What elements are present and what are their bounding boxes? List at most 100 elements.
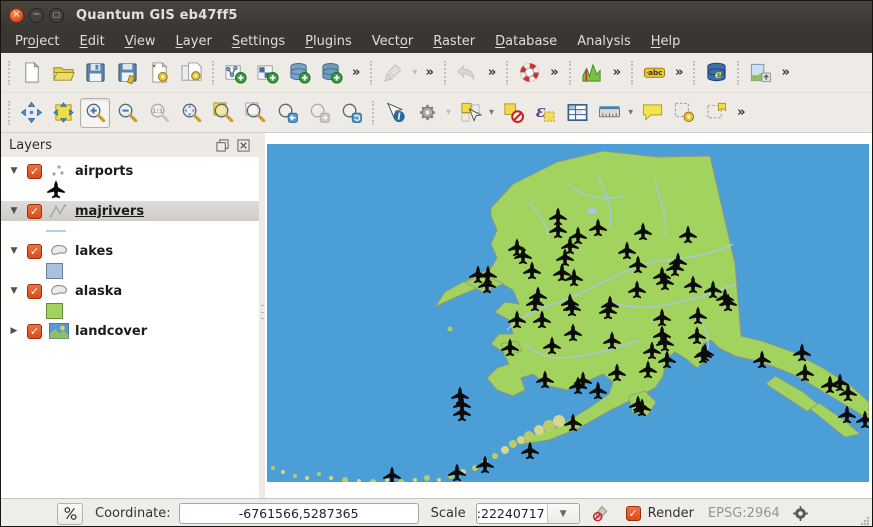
- toolbar-handle[interactable]: [8, 101, 10, 125]
- toolbar-overflow-chevron[interactable]: »: [732, 105, 750, 120]
- layer-label[interactable]: landcover: [75, 324, 147, 339]
- layer-visibility-checkbox[interactable]: ✓: [27, 204, 42, 219]
- layer-item-lakes[interactable]: ▼✓ lakes: [1, 241, 259, 261]
- layer-visibility-checkbox[interactable]: ✓: [27, 244, 42, 259]
- toolbar-handle[interactable]: [370, 61, 372, 85]
- composer-manager-button[interactable]: [176, 58, 206, 88]
- menu-item-settings[interactable]: Settings: [222, 31, 295, 52]
- layer-label[interactable]: alaska: [75, 284, 122, 299]
- add-vector-layer-button[interactable]: [220, 58, 250, 88]
- coordinate-input[interactable]: -6761566,5287365: [179, 503, 419, 524]
- toolbar-overflow-chevron[interactable]: »: [608, 65, 626, 80]
- measure-line-button[interactable]: [594, 98, 624, 128]
- add-raster-layer-button[interactable]: [252, 58, 282, 88]
- show-bookmarks-button[interactable]: [701, 98, 731, 128]
- collapse-icon[interactable]: ▼: [1, 206, 27, 216]
- chevron-down-icon[interactable]: ▼: [547, 504, 579, 523]
- minimize-icon[interactable]: −: [29, 8, 44, 23]
- layer-label[interactable]: lakes: [75, 244, 113, 259]
- resize-grip[interactable]: [860, 516, 870, 526]
- zoom-to-selected-button[interactable]: [208, 98, 238, 128]
- toolbar-overflow-chevron[interactable]: »: [545, 65, 563, 80]
- open-attribute-table-button[interactable]: [562, 98, 592, 128]
- toolbar-overflow-chevron[interactable]: »: [483, 65, 501, 80]
- close-icon[interactable]: ×: [9, 8, 24, 23]
- toolbar-overflow-chevron[interactable]: »: [670, 65, 688, 80]
- identify-features-button[interactable]: i: [380, 98, 410, 128]
- map-tips-button[interactable]: [637, 98, 667, 128]
- save-project-button[interactable]: [80, 58, 110, 88]
- float-panel-icon[interactable]: [215, 138, 230, 153]
- map-canvas[interactable]: [267, 144, 869, 482]
- open-project-button[interactable]: [48, 58, 78, 88]
- menu-item-database[interactable]: Database: [485, 31, 567, 52]
- save-project-as-button[interactable]: [112, 58, 142, 88]
- menu-item-view[interactable]: View: [115, 31, 166, 52]
- new-project-button[interactable]: [16, 58, 46, 88]
- labeling-button[interactable]: abc: [639, 58, 669, 88]
- menu-item-analysis[interactable]: Analysis: [567, 31, 641, 52]
- close-panel-icon[interactable]: [236, 138, 251, 153]
- toolbar-handle[interactable]: [569, 61, 571, 85]
- pan-map-button[interactable]: [16, 98, 46, 128]
- toolbar-overflow-chevron[interactable]: »: [776, 65, 794, 80]
- layer-visibility-checkbox[interactable]: ✓: [27, 284, 42, 299]
- toolbar-handle[interactable]: [444, 61, 446, 85]
- layer-item-alaska[interactable]: ▼✓ alaska: [1, 281, 259, 301]
- title-bar[interactable]: × − ▢ Quantum GIS eb47ff5: [1, 1, 872, 29]
- layer-item-airports[interactable]: ▼✓ airports: [1, 161, 259, 181]
- chevron-down-icon[interactable]: ▾: [486, 107, 497, 118]
- toolbar-handle[interactable]: [212, 61, 214, 85]
- layer-visibility-checkbox[interactable]: ✓: [27, 324, 42, 339]
- collapse-icon[interactable]: ▼: [1, 286, 27, 296]
- toolbar-overflow-chevron[interactable]: »: [420, 65, 438, 80]
- menu-item-project[interactable]: Project: [5, 31, 70, 52]
- zoom-in-button[interactable]: [80, 98, 110, 128]
- add-postgis-layer-button[interactable]: [284, 58, 314, 88]
- toolbar-handle[interactable]: [8, 61, 10, 85]
- menu-item-plugins[interactable]: Plugins: [295, 31, 362, 52]
- toolbar-handle[interactable]: [372, 101, 374, 125]
- toolbar-handle[interactable]: [693, 61, 695, 85]
- chevron-down-icon[interactable]: ▾: [625, 107, 636, 118]
- render-toggle[interactable]: ✓ Render: [626, 506, 694, 521]
- menu-item-raster[interactable]: Raster: [423, 31, 485, 52]
- select-rectangle-button[interactable]: [455, 98, 485, 128]
- menu-item-vector[interactable]: Vector: [362, 31, 423, 52]
- expand-icon[interactable]: ▶: [1, 326, 27, 336]
- add-spatialite-layer-button[interactable]: [316, 58, 346, 88]
- layer-visibility-checkbox[interactable]: ✓: [27, 164, 42, 179]
- deselect-all-button[interactable]: [498, 98, 528, 128]
- layer-item-landcover[interactable]: ▶✓ landcover: [1, 321, 259, 341]
- new-bookmark-button[interactable]: [669, 98, 699, 128]
- zoom-to-layer-button[interactable]: [240, 98, 270, 128]
- menu-item-edit[interactable]: Edit: [70, 31, 115, 52]
- new-print-composer-button[interactable]: [144, 58, 174, 88]
- toolbar-handle[interactable]: [737, 61, 739, 85]
- menu-item-layer[interactable]: Layer: [166, 31, 222, 52]
- zoom-out-button[interactable]: [112, 98, 142, 128]
- evis-database-button[interactable]: e: [701, 58, 731, 88]
- render-checkbox[interactable]: ✓: [626, 506, 641, 521]
- layer-item-majrivers[interactable]: ▼✓ majrivers: [1, 201, 259, 221]
- toolbar-handle[interactable]: [631, 61, 633, 85]
- zoom-full-button[interactable]: [176, 98, 206, 128]
- raster-histogram-button[interactable]: [577, 58, 607, 88]
- scale-value[interactable]: 1:22240717: [477, 506, 547, 521]
- collapse-icon[interactable]: ▼: [1, 246, 27, 256]
- toolbar-overflow-chevron[interactable]: »: [347, 65, 365, 80]
- run-feature-action-button[interactable]: [412, 98, 442, 128]
- scale-combobox[interactable]: 1:22240717 ▼: [476, 503, 580, 524]
- collapse-icon[interactable]: ▼: [1, 166, 27, 176]
- mouse-position-icon[interactable]: [57, 503, 83, 525]
- layer-label[interactable]: airports: [75, 164, 133, 179]
- stop-render-icon[interactable]: [588, 503, 614, 525]
- help-contents-button[interactable]: [514, 58, 544, 88]
- select-by-expression-button[interactable]: ε: [530, 98, 560, 128]
- maximize-icon[interactable]: ▢: [49, 8, 64, 23]
- pan-to-selected-button[interactable]: [48, 98, 78, 128]
- layer-label[interactable]: majrivers: [75, 204, 144, 219]
- quick-print-button[interactable]: [745, 58, 775, 88]
- menu-item-help[interactable]: Help: [641, 31, 691, 52]
- crs-status-icon[interactable]: [788, 503, 814, 525]
